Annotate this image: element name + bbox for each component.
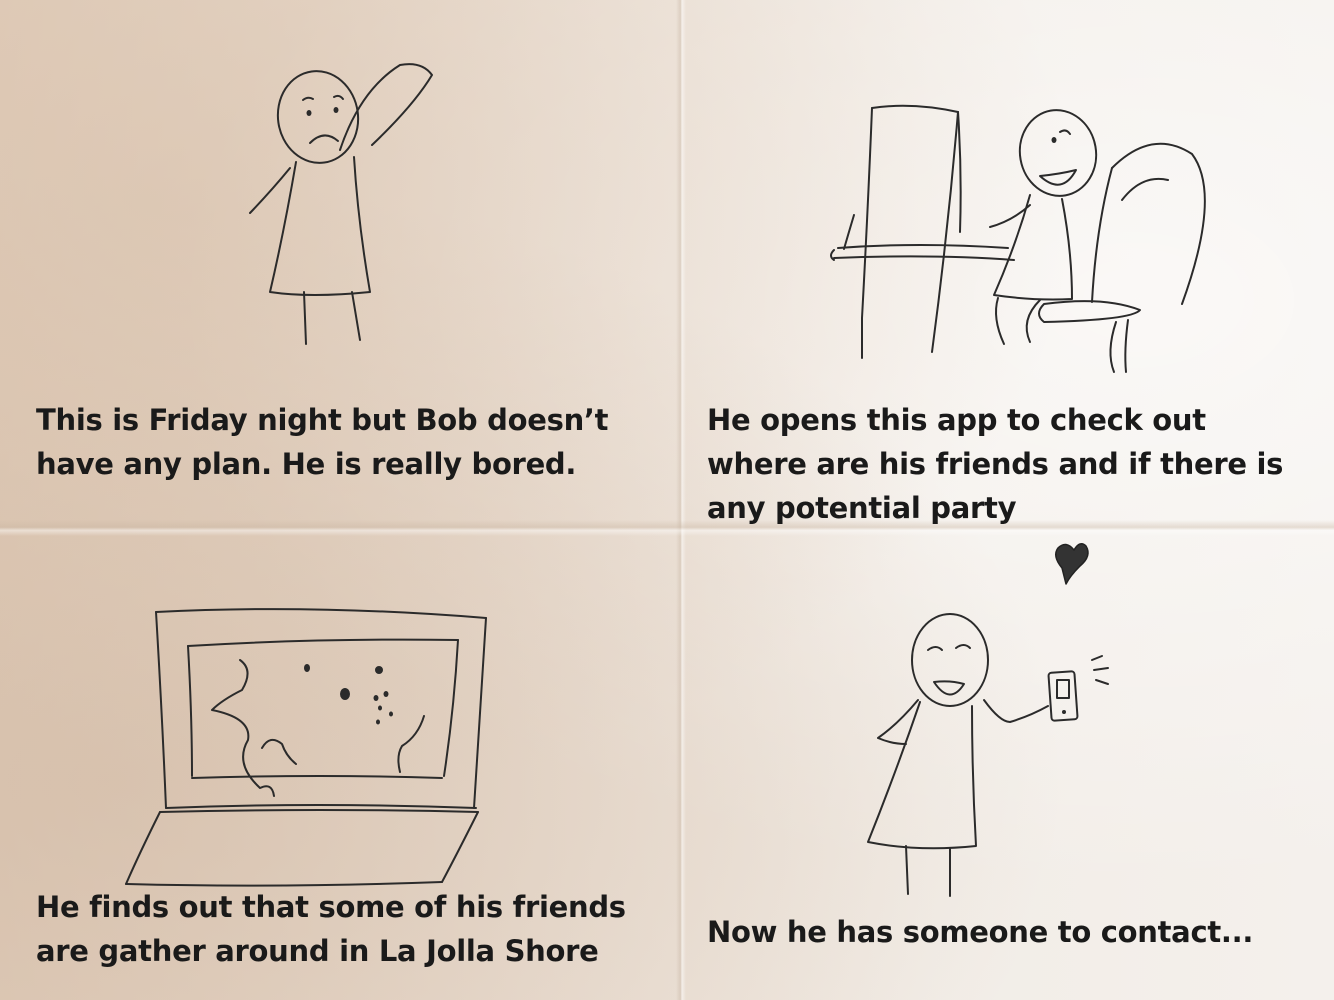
happy-stick-figure-with-phone xyxy=(867,613,1109,897)
seated-stick-figure-at-desk xyxy=(830,104,1206,373)
heart-icon xyxy=(1055,543,1089,585)
panel-caption-finds-friends: He finds out that some of his friends ar… xyxy=(36,890,626,968)
panel-caption-opens-app: He opens this app to check out where are… xyxy=(707,403,1284,525)
bored-stick-figure xyxy=(249,63,433,345)
panel-caption-someone-to-contact: Now he has someone to contact... xyxy=(707,915,1254,949)
laptop-map-icon xyxy=(125,608,487,887)
panel-caption-friday-night: This is Friday night but Bob doesn’t hav… xyxy=(36,403,609,481)
